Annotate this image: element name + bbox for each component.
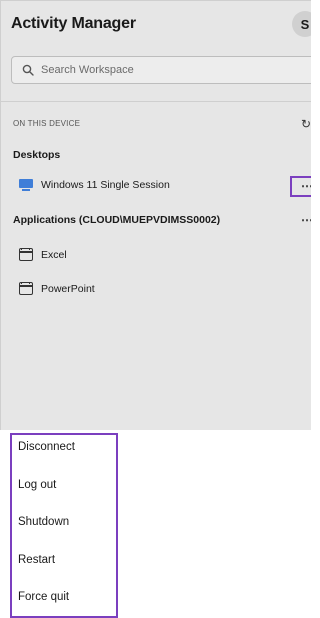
search-icon bbox=[22, 64, 34, 76]
desktops-heading: Desktops bbox=[13, 149, 61, 161]
monitor-icon bbox=[19, 179, 33, 191]
search-placeholder: Search Workspace bbox=[41, 64, 134, 76]
desktop-item-windows-11[interactable]: Windows 11 Single Session bbox=[19, 179, 170, 191]
divider bbox=[1, 101, 311, 102]
app-item-excel[interactable]: Excel bbox=[19, 248, 67, 261]
page-title: Activity Manager bbox=[11, 15, 136, 32]
menu-item-restart[interactable]: Restart bbox=[18, 554, 55, 566]
desktop-item-label: Windows 11 Single Session bbox=[41, 179, 170, 191]
menu-item-shutdown[interactable]: Shutdown bbox=[18, 516, 69, 528]
search-input[interactable]: Search Workspace bbox=[11, 56, 311, 84]
section-label-on-this-device: ON THIS DEVICE bbox=[13, 119, 81, 128]
menu-item-log-out[interactable]: Log out bbox=[18, 479, 56, 491]
activity-manager-panel: Activity Manager S Search Workspace ON T… bbox=[0, 0, 311, 430]
app-window-icon bbox=[19, 248, 33, 261]
menu-item-force-quit[interactable]: Force quit bbox=[18, 591, 69, 603]
applications-heading: Applications (CLOUD\MUEPVDIMSS0002) bbox=[13, 214, 221, 226]
app-window-icon bbox=[19, 282, 33, 295]
app-item-powerpoint[interactable]: PowerPoint bbox=[19, 282, 95, 295]
applications-more-icon[interactable]: ⋯ bbox=[301, 214, 311, 226]
app-item-label: PowerPoint bbox=[41, 282, 95, 295]
avatar[interactable]: S bbox=[292, 11, 311, 37]
app-item-label: Excel bbox=[41, 248, 67, 261]
more-options-highlight bbox=[290, 176, 311, 197]
header: Activity Manager S bbox=[1, 1, 311, 47]
menu-item-disconnect[interactable]: Disconnect bbox=[18, 441, 75, 453]
refresh-icon[interactable]: ↻ bbox=[301, 117, 311, 131]
